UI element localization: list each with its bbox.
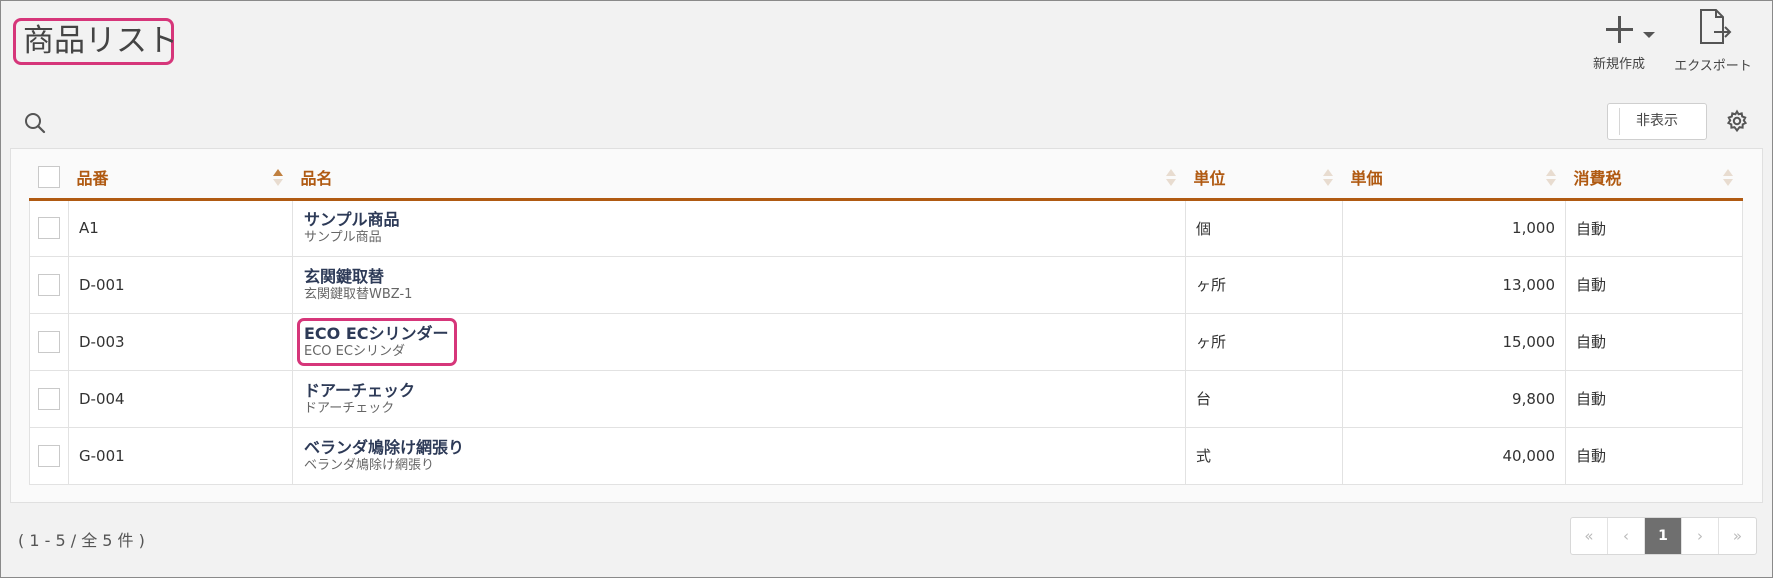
product-tax: 自動 bbox=[1565, 198, 1743, 257]
row-checkbox[interactable] bbox=[38, 444, 60, 467]
product-name-cell: ドアーチェック ドアーチェック bbox=[292, 369, 1186, 428]
sort-asc-icon bbox=[272, 169, 283, 187]
product-name-cell: ベランダ鳩除け網張り ベランダ鳩除け網張り bbox=[292, 426, 1186, 485]
first-page-button[interactable]: « bbox=[1571, 518, 1608, 554]
product-name-link[interactable]: ベランダ鳩除け網張り bbox=[304, 438, 464, 457]
product-name-cell: ECO ECシリンダー ECO ECシリンダ bbox=[292, 312, 1186, 371]
product-tax: 自動 bbox=[1565, 312, 1743, 371]
row-checkbox[interactable] bbox=[38, 217, 60, 239]
column-label-code: 品番 bbox=[76, 169, 109, 189]
product-price: 9,800 bbox=[1342, 369, 1566, 428]
pagination-summary: ( 1 - 5 / 全 5 件 ) bbox=[18, 531, 145, 550]
pagination: « ‹ 1 › » bbox=[1570, 517, 1757, 555]
product-unit: 式 bbox=[1185, 426, 1343, 485]
product-code: D-001 bbox=[68, 255, 293, 314]
row-checkbox[interactable] bbox=[38, 387, 60, 410]
product-unit: ヶ所 bbox=[1185, 312, 1343, 371]
product-unit: 台 bbox=[1185, 369, 1343, 428]
column-label-unit: 単位 bbox=[1193, 169, 1226, 189]
new-create-label: 新規作成 bbox=[1592, 57, 1645, 72]
product-subname: サンプル商品 bbox=[304, 230, 382, 245]
product-name-cell: 玄関鍵取替 玄関鍵取替WBZ-1 bbox=[292, 255, 1186, 314]
product-subname: ベランダ鳩除け網張り bbox=[304, 457, 435, 473]
product-name-link[interactable]: サンプル商品 bbox=[304, 210, 400, 229]
select-all-checkbox[interactable] bbox=[38, 166, 60, 189]
product-tax: 自動 bbox=[1565, 369, 1743, 428]
product-subname: ECO ECシリンダ bbox=[304, 343, 405, 359]
sort-icon bbox=[1545, 169, 1556, 187]
export-label: エクスポート bbox=[1674, 59, 1752, 74]
product-price: 1,000 bbox=[1342, 198, 1566, 257]
select-all-cell bbox=[29, 157, 69, 201]
product-code: D-004 bbox=[68, 369, 293, 428]
table-row[interactable]: A1 サンプル商品 サンプル商品 個 1,000 自動 bbox=[29, 198, 1743, 257]
product-table-card: 品番 品名 単位 単価 消費税 A1 サンプル商品 サンプル商品 個 1,000… bbox=[10, 148, 1763, 503]
product-tax: 自動 bbox=[1565, 426, 1743, 485]
hide-button-divider bbox=[1619, 108, 1620, 135]
row-checkbox[interactable] bbox=[38, 330, 60, 353]
row-checkbox-cell bbox=[29, 255, 69, 314]
product-subname: 玄関鍵取替WBZ-1 bbox=[304, 286, 413, 302]
export-button[interactable]: エクスポート bbox=[1663, 9, 1763, 74]
product-code: G-001 bbox=[68, 426, 293, 485]
column-header-tax[interactable]: 消費税 bbox=[1565, 157, 1743, 201]
row-checkbox-cell bbox=[29, 426, 69, 485]
next-page-button[interactable]: › bbox=[1682, 518, 1719, 554]
product-list-page: 商品リスト 新規作成 エクスポート 非表示 品番 品名 単位 単価 消費税 A1… bbox=[0, 0, 1773, 578]
chevron-down-icon[interactable] bbox=[1643, 32, 1655, 38]
row-checkbox-cell bbox=[29, 369, 69, 428]
table-row[interactable]: D-001 玄関鍵取替 玄関鍵取替WBZ-1 ヶ所 13,000 自動 bbox=[29, 255, 1743, 314]
column-header-unit[interactable]: 単位 bbox=[1185, 157, 1343, 201]
prev-page-button[interactable]: ‹ bbox=[1608, 518, 1645, 554]
export-icon bbox=[1700, 9, 1732, 44]
hide-button[interactable]: 非表示 bbox=[1607, 103, 1707, 140]
table-header-row: 品番 品名 単位 単価 消費税 bbox=[29, 157, 1743, 201]
page-title: 商品リスト bbox=[13, 18, 178, 65]
sort-icon bbox=[1722, 169, 1733, 187]
product-name-link[interactable]: ドアーチェック bbox=[304, 381, 415, 400]
sort-icon bbox=[1165, 169, 1176, 187]
highlighted-product-name: ECO ECシリンダー ECO ECシリンダ bbox=[297, 317, 457, 366]
column-label-tax: 消費税 bbox=[1573, 169, 1622, 189]
product-tax: 自動 bbox=[1565, 255, 1743, 314]
column-label-name: 品名 bbox=[300, 169, 333, 189]
product-price: 13,000 bbox=[1342, 255, 1566, 314]
plus-icon bbox=[1605, 15, 1633, 43]
row-checkbox[interactable] bbox=[38, 273, 60, 296]
product-code: D-003 bbox=[68, 312, 293, 371]
product-name-link[interactable]: 玄関鍵取替 bbox=[304, 267, 412, 286]
page-1-button[interactable]: 1 bbox=[1645, 518, 1682, 554]
column-header-name[interactable]: 品名 bbox=[292, 157, 1186, 201]
sort-icon bbox=[1322, 169, 1333, 187]
product-price: 40,000 bbox=[1342, 426, 1566, 485]
hide-button-label: 非表示 bbox=[1636, 113, 1678, 129]
product-name-link[interactable]: ECO ECシリンダー bbox=[304, 324, 449, 343]
last-page-button[interactable]: » bbox=[1719, 518, 1756, 554]
product-unit: ヶ所 bbox=[1185, 255, 1343, 314]
gear-icon[interactable] bbox=[1725, 109, 1749, 133]
search-icon[interactable] bbox=[23, 111, 47, 135]
product-table: 品番 品名 単位 単価 消費税 A1 サンプル商品 サンプル商品 個 1,000… bbox=[29, 157, 1743, 485]
column-header-price[interactable]: 単価 bbox=[1342, 157, 1566, 201]
table-row[interactable]: D-004 ドアーチェック ドアーチェック 台 9,800 自動 bbox=[29, 369, 1743, 428]
table-row[interactable]: G-001 ベランダ鳩除け網張り ベランダ鳩除け網張り 式 40,000 自動 bbox=[29, 426, 1743, 485]
column-label-price: 単価 bbox=[1350, 169, 1383, 189]
row-checkbox-cell bbox=[29, 312, 69, 371]
product-subname: ドアーチェック bbox=[304, 400, 395, 416]
column-header-code[interactable]: 品番 bbox=[68, 157, 293, 201]
new-create-button[interactable]: 新規作成 bbox=[1573, 9, 1665, 72]
table-row[interactable]: D-003 ECO ECシリンダー ECO ECシリンダ ヶ所 15,000 自… bbox=[29, 312, 1743, 371]
row-checkbox-cell bbox=[29, 198, 69, 257]
product-unit: 個 bbox=[1185, 198, 1343, 257]
product-name-cell: サンプル商品 サンプル商品 bbox=[292, 198, 1186, 257]
product-price: 15,000 bbox=[1342, 312, 1566, 371]
product-code: A1 bbox=[68, 198, 293, 257]
